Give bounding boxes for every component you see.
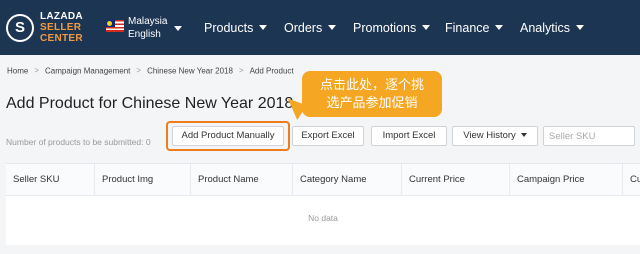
products-table: Seller SKU Product Img Product Name Cate…: [6, 163, 640, 245]
table-header-row: Seller SKU Product Img Product Name Cate…: [6, 164, 640, 196]
column-header-campaign-price[interactable]: Campaign Price: [509, 164, 622, 196]
callout-line-2: 选产品参加促销: [326, 95, 418, 110]
column-header-seller-sku[interactable]: Seller SKU: [6, 164, 94, 196]
seller-sku-search-input[interactable]: [543, 126, 635, 146]
nav-item-products[interactable]: Products: [204, 20, 268, 36]
logo-mark-letter: S: [14, 19, 25, 36]
nav-item-label: Analytics: [520, 21, 571, 35]
breadcrumb-home[interactable]: Home: [7, 66, 28, 75]
chevron-right-icon: >: [34, 66, 40, 76]
chevron-down-icon: [259, 25, 268, 30]
locale-country: Malaysia: [128, 16, 168, 27]
breadcrumb: Home > Campaign Management > Chinese New Yea…: [7, 66, 294, 75]
chevron-down-icon: [328, 25, 337, 30]
flag-canton: [106, 20, 115, 27]
chevron-down-icon: [422, 25, 431, 30]
top-nav-bar: S LAZADA SELLER CENTER Malaysia English …: [0, 0, 640, 55]
chevron-down-icon: [495, 25, 504, 30]
logo-text-seller: SELLER: [40, 22, 82, 33]
annotation-callout: 点击此处，逐个挑 选产品参加促销: [302, 71, 442, 117]
logo-text-center: CENTER: [40, 33, 83, 44]
column-header-product-name[interactable]: Product Name: [190, 164, 292, 196]
breadcrumb-current: Add Product: [249, 66, 294, 76]
locale-chevron-down-icon[interactable]: [174, 26, 182, 31]
add-product-manually-button[interactable]: Add Product Manually: [172, 126, 284, 146]
logo-mark-icon: S: [6, 14, 34, 42]
logo-text-lazada: LAZADA: [40, 11, 83, 22]
malaysia-flag-icon[interactable]: [106, 20, 124, 32]
nav-item-finance[interactable]: Finance: [445, 20, 504, 36]
products-count-label: Number of products to be submitted: 0: [6, 137, 151, 147]
locale-selector[interactable]: Malaysia English: [128, 15, 167, 41]
nav-item-analytics[interactable]: Analytics: [520, 20, 585, 36]
nav-item-orders[interactable]: Orders: [284, 20, 337, 36]
column-header-category-name[interactable]: Category Name: [292, 164, 401, 196]
chevron-right-icon: >: [238, 66, 244, 76]
view-history-label: View History: [463, 130, 516, 141]
flag-crescent: [107, 21, 112, 26]
nav-item-label: Finance: [445, 21, 490, 35]
locale-language: English: [128, 29, 161, 40]
breadcrumb-campaign-management[interactable]: Campaign Management: [45, 66, 130, 75]
nav-item-label: Orders: [284, 21, 323, 35]
breadcrumb-campaign[interactable]: Chinese New Year 2018: [147, 66, 233, 75]
nav-item-label: Products: [204, 21, 254, 35]
chevron-down-icon: [520, 133, 527, 138]
table-empty-state: No data: [308, 213, 338, 223]
import-excel-button[interactable]: Import Excel: [371, 126, 447, 146]
export-excel-button[interactable]: Export Excel: [292, 126, 364, 146]
view-history-dropdown[interactable]: View History: [452, 126, 538, 146]
logo-wordmark: LAZADA SELLER CENTER: [40, 11, 83, 44]
column-header-current-price[interactable]: Current Price: [401, 164, 509, 196]
chevron-right-icon: >: [136, 66, 142, 76]
page-title: Add Product for Chinese New Year 2018: [6, 95, 294, 112]
column-header-product-img[interactable]: Product Img: [94, 164, 190, 196]
nav-item-promotions[interactable]: Promotions: [353, 20, 431, 36]
column-header-truncated[interactable]: Cu: [622, 164, 640, 196]
callout-line-1: 点击此处，逐个挑: [319, 77, 424, 92]
chevron-down-icon: [576, 25, 585, 30]
nav-item-label: Promotions: [353, 21, 417, 35]
